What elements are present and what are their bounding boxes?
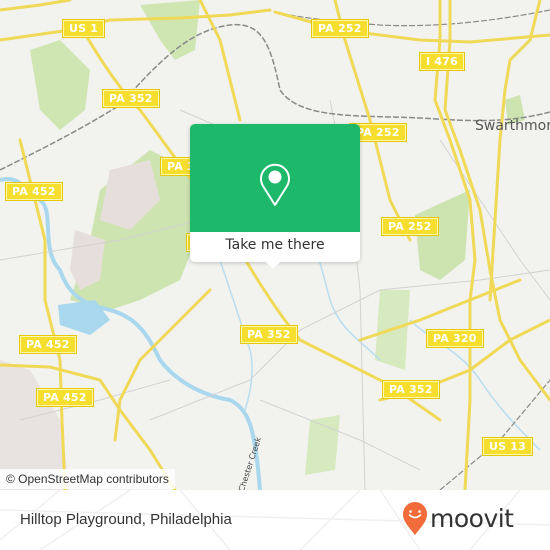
popup-pointer	[265, 261, 281, 269]
park-area	[30, 40, 90, 130]
moovit-wordmark: moovit	[430, 504, 514, 533]
place-label-swarthmore: Swarthmore	[475, 118, 550, 134]
route-shield-us-1: US 1	[61, 19, 106, 38]
route-shield-pa-320: PA 320	[426, 329, 484, 348]
railway	[439, 379, 550, 490]
route-shield-i-476: I 476	[419, 52, 465, 71]
route-shield-pa-252: PA 252	[311, 19, 369, 38]
moovit-pin-icon	[403, 502, 427, 535]
popup-header	[190, 124, 360, 232]
route-shield-pa-452: PA 452	[5, 182, 63, 201]
park-area	[305, 415, 340, 475]
route-shield-pa-352: PA 352	[382, 380, 440, 399]
location-popup[interactable]: Take me there	[190, 124, 360, 269]
location-pin-icon	[260, 163, 290, 206]
footer-bar: Hilltop Playground, Philadelphia moovit	[0, 490, 550, 550]
map-view[interactable]: US 1 PA 252 I 476 PA 352 PA 252 PA 3 PA …	[0, 0, 550, 490]
location-title: Hilltop Playground, Philadelphia	[20, 511, 232, 528]
take-me-there-button[interactable]: Take me there	[190, 232, 360, 262]
park-area	[415, 190, 470, 280]
route-shield-pa-452: PA 452	[19, 335, 77, 354]
route-shield-pa-252: PA 252	[381, 217, 439, 236]
route-shield-pa-352: PA 352	[102, 89, 160, 108]
route-shield-pa-452: PA 452	[36, 388, 94, 407]
park-area	[140, 0, 200, 60]
route-shield-us-13: US 13	[482, 437, 533, 456]
attribution-text: © OpenStreetMap contributors	[6, 472, 169, 486]
map-attribution[interactable]: © OpenStreetMap contributors	[0, 469, 175, 489]
route-shield-pa-352: PA 352	[240, 325, 298, 344]
